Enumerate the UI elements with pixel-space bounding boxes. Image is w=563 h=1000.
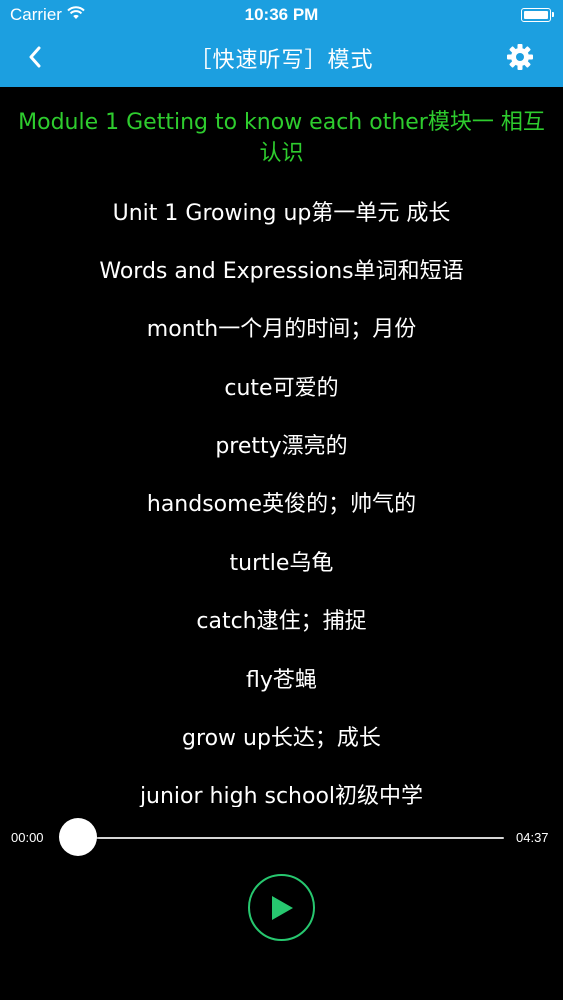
- battery-icon: [521, 8, 554, 22]
- list-item: handsome英俊的；帅气的: [146, 492, 417, 517]
- list-item: fly苍蝇: [246, 668, 317, 693]
- list-item: cute可爱的: [224, 376, 339, 401]
- list-item: month一个月的时间；月份: [146, 317, 417, 342]
- play-button[interactable]: [248, 874, 315, 941]
- status-time: 10:36 PM: [244, 5, 319, 24]
- audio-player: 00:00 04:37: [0, 812, 563, 862]
- list-item: turtle乌龟: [229, 551, 334, 576]
- play-icon: [271, 895, 293, 920]
- seek-bar[interactable]: [78, 837, 504, 839]
- top-bar: Carrier 10:36 PM ［快速听写］模式: [0, 0, 563, 87]
- current-time: 00:00: [11, 830, 44, 845]
- seek-thumb[interactable]: [59, 818, 97, 856]
- list-item: grow up长达；成长: [182, 726, 381, 751]
- status-bar: Carrier 10:36 PM: [0, 0, 563, 30]
- list-item: Words and Expressions单词和短语: [99, 259, 464, 284]
- dictation-content: Module 1 Getting to know each other模块一 相…: [0, 87, 563, 807]
- settings-button[interactable]: [505, 42, 535, 72]
- list-item: junior high school初级中学: [139, 784, 424, 807]
- page-title: ［快速听写］模式: [189, 48, 374, 73]
- module-heading: Module 1 Getting to know each other模块一 相…: [18, 110, 545, 166]
- total-time: 04:37: [516, 830, 549, 845]
- list-item: catch逮住；捕捉: [196, 609, 367, 634]
- gear-icon: [507, 44, 533, 70]
- navigation-bar: ［快速听写］模式: [0, 30, 563, 87]
- list-item: Unit 1 Growing up第一单元 成长: [112, 201, 451, 226]
- list-item: pretty漂亮的: [215, 434, 348, 459]
